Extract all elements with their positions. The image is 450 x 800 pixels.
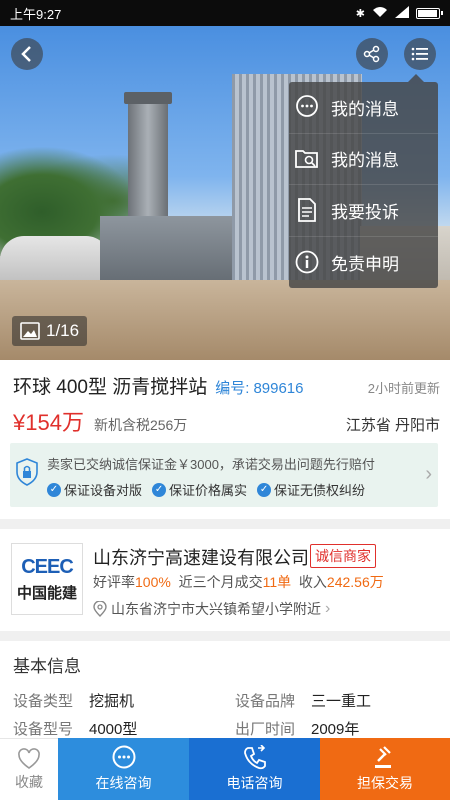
- check-circle-icon: ✓: [47, 482, 61, 497]
- share-button[interactable]: [356, 38, 388, 70]
- seller-card[interactable]: CEEC 中国能建 山东济宁高速建设有限公司 诚信商家 好评率100% 近三个月…: [0, 531, 450, 631]
- shield-lock-icon: [16, 458, 38, 486]
- info-key: 设备类型: [13, 692, 74, 710]
- chevron-right-icon: ›: [425, 463, 432, 485]
- popup-item-messages-2[interactable]: 我的消息: [289, 134, 438, 185]
- seller-logo-subtext: 中国能建: [16, 584, 77, 602]
- online-consult-button[interactable]: 在线咨询: [58, 738, 189, 800]
- listing-location: 江苏省 丹阳市: [345, 417, 440, 434]
- section-divider: [0, 631, 450, 641]
- info-key: 设备型号: [13, 720, 74, 738]
- seller-address-text: 山东省济宁市大兴镇希望小学附近: [111, 601, 321, 617]
- popup-menu: 我的消息 我的消息 我要投诉 免责申明: [289, 74, 438, 289]
- basic-info-grid: 设备类型 挖掘机 设备品牌 三一重工 设备型号 4000型 出厂时间 2009年: [13, 686, 443, 742]
- status-time: 上午9:27: [10, 6, 62, 22]
- signal-icon: [395, 5, 409, 21]
- guarantee-chip: ✓ 保证设备对版: [47, 480, 142, 499]
- income-value: 242.56万: [326, 574, 384, 590]
- guarantee-chip-label: 保证无债权纠纷: [274, 483, 366, 498]
- list-menu-icon: [411, 47, 428, 61]
- battery-icon: [416, 7, 443, 19]
- popup-item-label: 我的消息: [331, 99, 399, 119]
- phone-icon: [243, 745, 266, 770]
- seller-company-name: 山东济宁高速建设有限公司: [93, 548, 309, 568]
- listing-updated-time: 2小时前更新: [367, 381, 440, 396]
- message-bubble-icon: [293, 93, 321, 121]
- seller-logo: CEEC 中国能建: [11, 543, 83, 615]
- guarantee-chip-label: 保证价格属实: [169, 483, 248, 498]
- listing-code-label: 编号:: [215, 380, 250, 397]
- listing-title-row: 环球 400型 沥青搅拌站 编号: 899616 2小时前更新: [13, 372, 440, 399]
- listing-code-value: 899616: [253, 380, 304, 397]
- info-icon: [293, 248, 321, 276]
- favorite-button[interactable]: 收藏: [0, 738, 58, 800]
- phone-consult-button[interactable]: 电话咨询: [189, 738, 320, 800]
- folder-search-icon: [293, 145, 321, 173]
- rating-value: 100%: [135, 574, 171, 590]
- popup-item-messages[interactable]: 我的消息: [289, 82, 438, 134]
- guarantee-chips: ✓ 保证设备对版 ✓ 保证价格属实 ✓ 保证无债权纠纷: [47, 480, 365, 499]
- location-pin-icon: [93, 601, 107, 617]
- listing-title: 环球 400型 沥青搅拌站: [13, 377, 208, 398]
- basic-info-title: 基本信息: [13, 657, 81, 676]
- bluetooth-icon: ✱: [355, 7, 365, 20]
- status-bar: 上午9:27 ✱: [0, 0, 450, 26]
- info-key: 出厂时间: [235, 720, 296, 738]
- seller-address[interactable]: 山东省济宁市大兴镇希望小学附近 ›: [93, 599, 330, 619]
- new-machine-price: 新机含税256万: [93, 417, 188, 433]
- guarantee-chip: ✓ 保证无债权纠纷: [257, 480, 365, 499]
- listing-price: ¥154万: [13, 410, 84, 435]
- seller-stats: 好评率100% 近三个月成交11单 收入242.56万: [93, 572, 384, 592]
- info-row: 设备类型 挖掘机 设备品牌 三一重工: [13, 686, 443, 714]
- back-button[interactable]: [11, 38, 43, 70]
- listing-price-row: ¥154万 新机含税256万 江苏省 丹阳市: [13, 405, 440, 437]
- gavel-icon: [375, 746, 391, 768]
- popup-item-label: 免责申明: [331, 254, 399, 274]
- check-circle-icon: ✓: [152, 482, 167, 497]
- guarantee-banner[interactable]: 卖家已交纳诚信保证金￥3000，承诺交易出问题先行赔付 ✓ 保证设备对版 ✓ 保证价…: [10, 443, 438, 507]
- deals-label: 近三个月成交: [178, 574, 263, 590]
- chevron-right-icon: ›: [325, 600, 331, 617]
- deals-value: 11单: [262, 574, 292, 590]
- info-value: 三一重工: [311, 692, 372, 710]
- section-divider: [0, 519, 450, 529]
- online-consult-label: 在线咨询: [95, 775, 152, 791]
- chat-bubble-icon: [112, 745, 135, 769]
- wifi-icon: [372, 6, 388, 21]
- image-counter: 1/16: [12, 316, 88, 346]
- rating-label: 好评率: [93, 574, 135, 590]
- guaranteed-trade-label: 担保交易: [357, 775, 413, 791]
- image-counter-text: 1/16: [46, 321, 80, 340]
- guarantee-chip: ✓ 保证价格属实: [152, 480, 247, 499]
- document-icon: [293, 196, 321, 224]
- popup-item-complaint[interactable]: 我要投诉: [289, 185, 438, 237]
- info-key: 设备品牌: [235, 692, 296, 710]
- guarantee-text: 卖家已交纳诚信保证金￥3000，承诺交易出问题先行赔付: [47, 457, 375, 472]
- seller-logo-text: CEEC: [21, 555, 74, 578]
- guaranteed-trade-button[interactable]: 担保交易: [320, 738, 450, 800]
- income-label: 收入: [298, 574, 327, 590]
- info-value: 2009年: [311, 720, 360, 738]
- image-icon: [20, 322, 40, 340]
- info-value: 挖掘机: [89, 692, 135, 710]
- status-icons: ✱: [355, 5, 443, 21]
- check-circle-icon: ✓: [257, 482, 272, 497]
- trusted-seller-badge: 诚信商家: [310, 544, 376, 568]
- popup-item-label: 我要投诉: [331, 202, 399, 222]
- favorite-label: 收藏: [15, 773, 43, 790]
- heart-icon: [18, 747, 40, 769]
- info-value: 4000型: [89, 720, 138, 738]
- more-menu-button[interactable]: [404, 38, 436, 70]
- guarantee-chip-label: 保证设备对版: [64, 483, 143, 498]
- bottom-action-bar: 收藏 在线咨询 电话咨询 担保交易: [0, 738, 450, 800]
- phone-consult-label: 电话咨询: [226, 775, 283, 791]
- share-icon: [363, 45, 380, 63]
- chevron-left-icon: [21, 46, 31, 62]
- popup-item-label: 我的消息: [331, 151, 399, 171]
- popup-item-disclaimer[interactable]: 免责申明: [289, 237, 438, 289]
